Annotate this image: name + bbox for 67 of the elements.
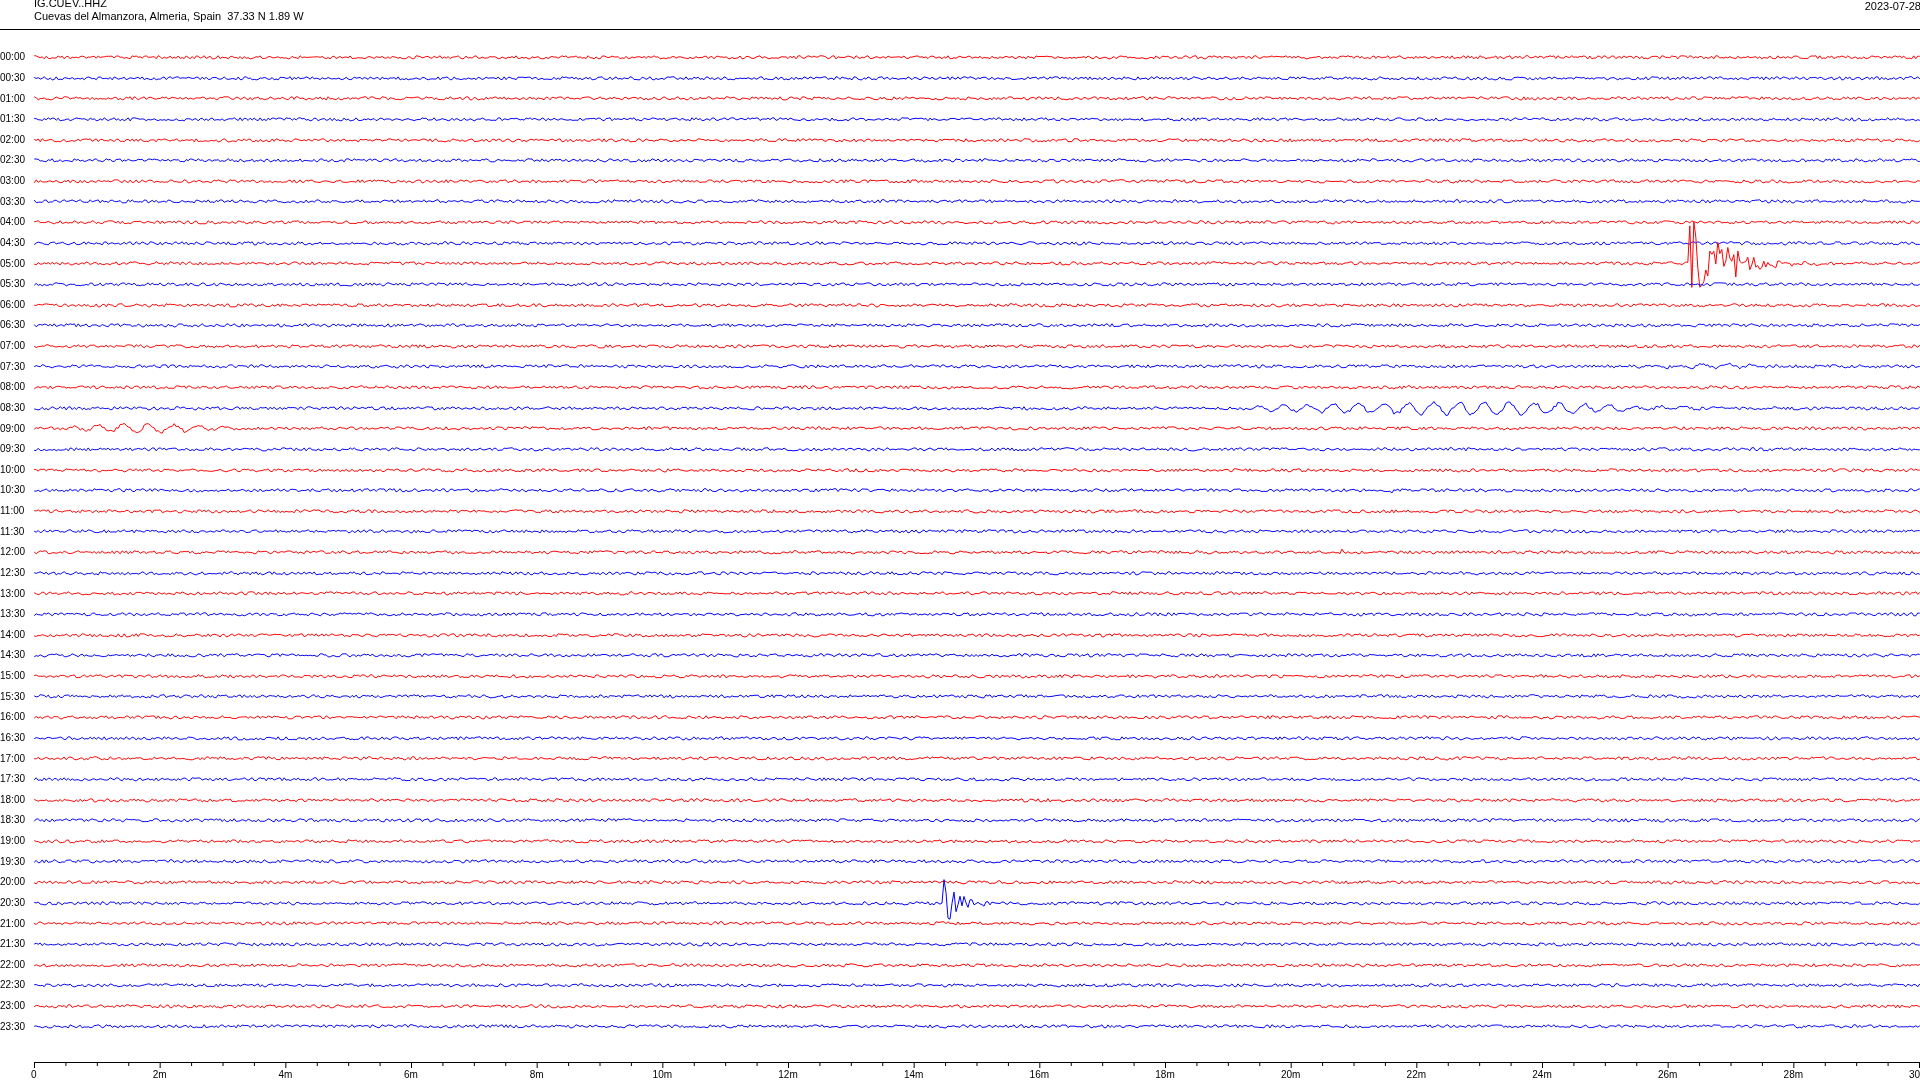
time-label: 19:30 [0,855,27,868]
axis-label: 22m [1406,1069,1427,1080]
time-label: 19:00 [0,835,27,848]
time-label: 05:30 [0,278,27,291]
axis-label: 4m [278,1069,293,1080]
time-label: 23:30 [0,1020,27,1033]
time-label: 06:00 [0,298,27,311]
time-label: 14:00 [0,628,27,641]
axis-label: 12m [778,1069,798,1080]
time-label: 10:00 [0,463,27,476]
time-label: 21:00 [0,917,27,930]
time-label: 00:00 [0,51,27,64]
time-label: 08:00 [0,381,27,394]
station-code: IG.CUEV..HHZ [34,0,108,10]
time-label: 02:00 [0,133,27,146]
time-label: 03:30 [0,195,27,208]
axis-label: 26m [1657,1069,1678,1080]
time-label: 20:30 [0,896,27,909]
axis-label: 30 [1908,1069,1920,1080]
time-label: 16:30 [0,731,27,744]
time-label: 03:00 [0,175,27,188]
time-label: 10:30 [0,484,27,497]
axis-label: 18m [1155,1069,1175,1080]
time-label: 07:00 [0,340,27,353]
time-label: 13:00 [0,587,27,600]
axis-label: 14m [903,1069,924,1080]
time-label: 18:00 [0,793,27,806]
axis-label: 10m [652,1069,673,1080]
time-label: 18:30 [0,814,27,827]
axis-label: 24m [1532,1069,1552,1080]
station-location: Cuevas del Almanzora, Almeria, Spain 37.33 N 1.89 W [34,10,304,23]
axis-label: 20m [1280,1069,1301,1080]
time-label: 12:00 [0,546,27,559]
time-label: 01:30 [0,113,27,126]
time-label: 00:30 [0,71,27,84]
time-label: 04:30 [0,236,27,249]
time-label: 16:00 [0,711,27,724]
time-label: 09:00 [0,422,27,435]
time-label: 17:30 [0,773,27,786]
time-label: 06:30 [0,319,27,332]
time-label: 11:30 [0,525,26,538]
axis-label: 16m [1029,1069,1050,1080]
time-label: 22:30 [0,979,27,992]
time-label: 02:30 [0,154,27,167]
axis-label: 2m [152,1069,167,1080]
time-label: 21:30 [0,938,27,951]
time-label: 04:00 [0,216,27,229]
time-label: 07:30 [0,360,27,373]
time-label: 15:00 [0,670,27,683]
axis-label: 6m [404,1069,418,1080]
time-label: 23:00 [0,1000,27,1013]
time-label: 01:00 [0,92,27,105]
time-label: 09:30 [0,443,27,456]
time-label: 12:30 [0,566,27,579]
time-label: 13:30 [0,608,27,621]
time-label: 17:00 [0,752,27,765]
time-label: 14:30 [0,649,27,662]
time-label: 05:00 [0,257,27,270]
axis-label: 28m [1783,1069,1804,1080]
time-label: 22:00 [0,958,27,971]
time-label: 15:30 [0,690,27,703]
date-label: 2023-07-28 [1864,0,1920,14]
time-label: 20:00 [0,876,27,889]
axis-label: 8m [529,1069,544,1080]
time-label: 08:30 [0,401,27,414]
time-label: 11:00 [0,505,26,518]
axis-label: 0 [31,1069,37,1080]
